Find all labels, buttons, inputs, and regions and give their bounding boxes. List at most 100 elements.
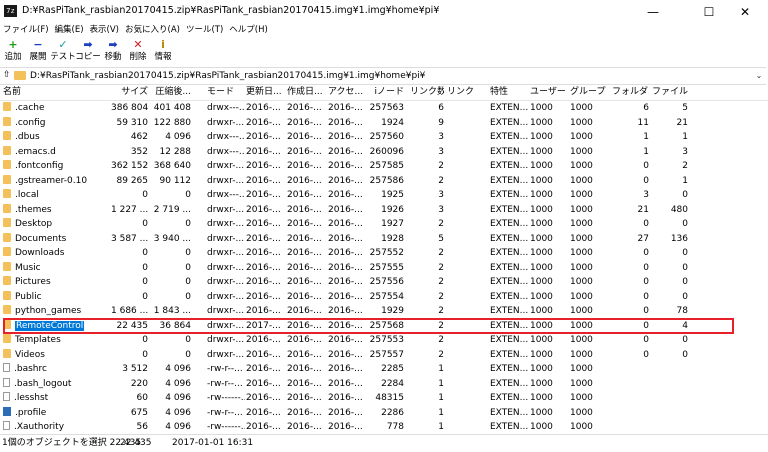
toolbar-button-move[interactable]: ➡ 移動	[100, 37, 125, 65]
cell-files: 0	[682, 335, 688, 345]
cell-name[interactable]: Documents	[3, 232, 111, 247]
column-files[interactable]: ファイル...	[652, 84, 688, 100]
cell-name[interactable]: Downloads	[3, 246, 111, 261]
cell-name[interactable]: Music	[3, 261, 111, 276]
chevron-down-icon[interactable]: ⌄	[752, 69, 766, 83]
cell-user: 1000	[530, 132, 553, 142]
column-user[interactable]: ユーザー	[530, 84, 568, 100]
column-packed-size[interactable]: 圧縮後...	[149, 84, 191, 100]
menu-favorites[interactable]: お気に入り(A)	[122, 24, 183, 37]
cell-name[interactable]: .bash_logout	[3, 377, 111, 392]
column-links-count[interactable]: リンク数	[410, 84, 444, 100]
table-row[interactable]: .Xauthority564 096-rw------...2016-...20…	[0, 420, 768, 432]
cell-name[interactable]: .bashrc	[3, 362, 111, 377]
file-table: 名前 サイズ 圧縮後... モード 更新日... 作成日... アクセ... i…	[0, 84, 768, 432]
table-row[interactable]: .emacs.d 352 12 288 drwx---... 2016-... 2016-…	[0, 145, 768, 160]
cell-mode: drwx---...	[207, 190, 245, 200]
table-row[interactable]: Downloads 0 0 drwxr-... 2016-... 2016-... 2016…	[0, 246, 768, 261]
minimize-button[interactable]: —	[630, 0, 676, 24]
table-row[interactable]: python_games 1 686 ... 1 843 ... drwxr-... 2…	[0, 304, 768, 319]
table-row[interactable]: Public 0 0 drwxr-... 2016-... 2016-... 2016-..…	[0, 290, 768, 305]
cell-name[interactable]: .dbus	[3, 130, 111, 145]
cell-name[interactable]: .local	[3, 188, 111, 203]
table-row[interactable]: .themes 1 227 ... 2 719 ... drwxr-... 2016-.…	[0, 203, 768, 218]
table-row[interactable]: Desktop 0 0 drwxr-... 2016-... 2016-... 2016-.…	[0, 217, 768, 232]
menu-edit[interactable]: 編集(E)	[52, 24, 87, 37]
folder-icon	[3, 189, 11, 198]
cell-name[interactable]: .config	[3, 116, 111, 131]
toolbar-button-copy[interactable]: ➡ コピー	[75, 37, 101, 65]
table-row[interactable]: Pictures 0 0 drwxr-... 2016-... 2016-... 2016-…	[0, 275, 768, 290]
cell-group: 1000	[570, 306, 593, 316]
table-row[interactable]: .dbus 462 4 096 drwx---... 2016-... 2016-... 2…	[0, 130, 768, 145]
toolbar-button-delete[interactable]: ✕ 削除	[125, 37, 150, 65]
table-row[interactable]: .gstreamer-0.10 89 265 90 112 drwxr-... 2016…	[0, 174, 768, 189]
table-row[interactable]: Music 0 0 drwxr-... 2016-... 2016-... 2016-...…	[0, 261, 768, 276]
cell-packed-size: 12 288	[159, 146, 192, 157]
table-row[interactable]: Documents 3 587 ... 3 940 ... drwxr-... 2016…	[0, 232, 768, 247]
cell-name[interactable]: RemoteControl	[3, 319, 111, 334]
file-name: Downloads	[15, 248, 65, 258]
column-size[interactable]: サイズ	[111, 84, 148, 100]
column-group[interactable]: グループ	[570, 84, 612, 100]
table-row[interactable]: .config 59 310 122 880 drwxr-... 2016-... 201…	[0, 116, 768, 131]
cell-name[interactable]: .themes	[3, 203, 111, 218]
column-attributes[interactable]: 特性	[490, 84, 532, 100]
cell-name[interactable]: .cache	[3, 101, 111, 116]
column-created[interactable]: 作成日...	[287, 84, 327, 100]
table-row[interactable]: Videos 0 0 drwxr-... 2016-... 2016-... 2016-..…	[0, 348, 768, 363]
cell-name[interactable]: .Xauthority	[3, 420, 111, 432]
folder-icon	[3, 247, 11, 256]
cell-name[interactable]: Videos	[3, 348, 111, 363]
column-mode[interactable]: モード	[193, 84, 243, 100]
cell-name[interactable]: python_games	[3, 304, 111, 319]
status-date: 2017-01-01 16:31	[172, 438, 254, 448]
table-row[interactable]: Templates 0 0 drwxr-... 2016-... 2016-... 2016…	[0, 333, 768, 348]
table-row[interactable]: RemoteControl 22 435 36 864 drwxr-... 2017-.…	[0, 319, 768, 334]
cell-inode: 257563	[369, 103, 404, 113]
close-button[interactable]: ✕	[722, 0, 768, 24]
cell-accessed: 2016-...	[328, 233, 363, 244]
column-link[interactable]: リンク	[447, 84, 485, 100]
toolbar-button-add[interactable]: + 追加	[0, 37, 25, 65]
table-row[interactable]: .cache 386 804 401 408 drwx---... 2016-... 20…	[0, 101, 768, 116]
cell-user: 1000	[530, 248, 553, 258]
toolbar-button-info[interactable]: i 情報	[150, 37, 175, 65]
cell-name[interactable]: .lesshst	[3, 391, 111, 406]
cell-folders: 27	[637, 233, 649, 244]
menu-view[interactable]: 表示(V)	[87, 24, 122, 37]
cell-name[interactable]: .gstreamer-0.10	[3, 174, 111, 189]
cell-attributes: EXTEN...	[490, 349, 529, 360]
column-name[interactable]: 名前	[3, 84, 111, 100]
table-row[interactable]: .fontconfig 362 152 368 640 drwxr-... 2016-.…	[0, 159, 768, 174]
address-path[interactable]: D:¥RasPiTank_rasbian20170415.zip¥RasPiTa…	[30, 68, 425, 84]
cell-user: 1000	[530, 407, 553, 418]
cell-name[interactable]: Pictures	[3, 275, 111, 290]
column-accessed[interactable]: アクセ...	[328, 84, 368, 100]
column-inode[interactable]: iノード	[367, 84, 404, 100]
cell-name[interactable]: .fontconfig	[3, 159, 111, 174]
menu-help[interactable]: ヘルプ(H)	[226, 24, 271, 37]
table-row[interactable]: .local 0 0 drwx---... 2016-... 2016-... 2016-.…	[0, 188, 768, 203]
menu-file[interactable]: ファイル(F)	[0, 24, 52, 37]
cell-group: 1000	[570, 190, 593, 200]
cell-created: 2016-...	[287, 291, 322, 302]
toolbar-button-test[interactable]: ✓ テスト	[50, 37, 76, 65]
cell-name[interactable]: .profile	[3, 406, 111, 421]
table-row[interactable]: .profile 675 4 096 -rw-r--... 2016-... 2016-.…	[0, 406, 768, 421]
column-modified[interactable]: 更新日...	[246, 84, 286, 100]
cell-size: 0	[142, 277, 148, 287]
table-row[interactable]: .bash_logout 220 4 096 -rw-r--... 2016-... 20…	[0, 377, 768, 392]
menu-tools[interactable]: ツール(T)	[183, 24, 226, 37]
cell-name[interactable]: Desktop	[3, 217, 111, 232]
file-name: RemoteControl	[15, 320, 85, 331]
column-folders[interactable]: フォルダ...	[612, 84, 649, 100]
up-folder-icon[interactable]: ⇧	[3, 70, 13, 81]
cell-name[interactable]: Public	[3, 290, 111, 305]
table-row[interactable]: .lesshst604 096-rw------...2016-...2016-…	[0, 391, 768, 406]
table-row[interactable]: .bashrc 3 512 4 096 -rw-r--... 2016-... 2016-…	[0, 362, 768, 377]
cell-name[interactable]: .emacs.d	[3, 145, 111, 160]
toolbar-button-extract[interactable]: − 展開	[25, 37, 50, 65]
cell-name[interactable]: Templates	[3, 333, 111, 348]
cell-created: 2016-...	[287, 117, 322, 128]
